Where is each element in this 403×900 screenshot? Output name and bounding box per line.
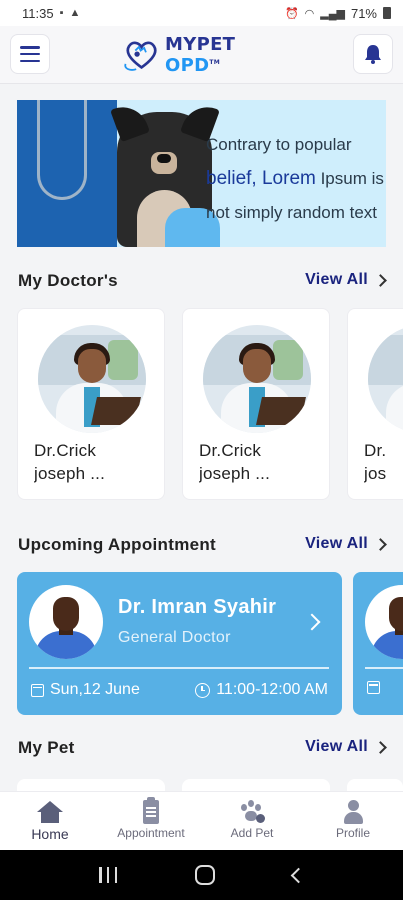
menu-button[interactable] [10, 34, 50, 74]
nav-home[interactable]: Home [5, 798, 95, 842]
chevron-right-icon [374, 740, 387, 754]
home-button-icon[interactable] [195, 865, 215, 885]
notifications-button[interactable] [353, 34, 393, 74]
wifi-icon: ◠ [304, 7, 315, 20]
pet-card[interactable] [17, 779, 165, 791]
appointment-time: 11:00-12:00 AM [195, 681, 328, 699]
nav-appointment[interactable]: Appointment [106, 797, 196, 840]
pet-card[interactable] [182, 779, 330, 791]
doctor-avatar [38, 325, 146, 433]
hamburger-icon [20, 46, 40, 62]
doctor-card[interactable]: Dr. jos [347, 308, 403, 500]
battery-percent: 71% [350, 5, 377, 21]
doctor-card[interactable]: Dr.Crick joseph ... [182, 308, 330, 500]
appointments-section-title: Upcoming Appointment [18, 535, 217, 554]
chevron-right-icon [374, 537, 387, 551]
doctor-avatar [365, 585, 403, 659]
appointments-view-all-link[interactable]: View All [305, 535, 387, 553]
pets-view-all-link[interactable]: View All [305, 738, 387, 756]
appointment-doctor-name: Dr. Imran Syahir [118, 596, 277, 618]
alarm-icon: ⏰ [284, 7, 299, 20]
calendar-icon [367, 681, 380, 694]
doctor-name: Dr.Crick joseph ... [199, 441, 270, 483]
doctor-name: Dr. jos [364, 441, 387, 483]
bottom-navigation: Home Appointment Add Pet Profile [0, 791, 403, 850]
banner-text: Contrary to popular belief, Lorem Ipsum … [206, 135, 384, 222]
divider [29, 667, 329, 669]
back-icon[interactable] [290, 867, 307, 883]
app-logo: MYPET OPDTM [122, 34, 282, 76]
app-header: MYPET OPDTM [0, 26, 403, 84]
pet-heart-logo-icon [124, 41, 157, 71]
appointment-card[interactable] [353, 572, 403, 715]
nav-profile[interactable]: Profile [308, 798, 398, 840]
battery-icon [383, 7, 391, 19]
doctors-view-all-link[interactable]: View All [305, 271, 387, 289]
chevron-right-icon[interactable] [303, 613, 321, 631]
recent-apps-icon[interactable] [99, 867, 117, 883]
chevron-right-icon [374, 273, 387, 287]
pet-card[interactable] [347, 779, 403, 791]
pets-section-title: My Pet [18, 738, 75, 757]
paw-icon [239, 800, 265, 824]
clock-icon [195, 682, 211, 698]
home-icon [37, 801, 63, 823]
calendar-icon [31, 683, 44, 697]
doctor-avatar [368, 325, 403, 433]
status-bar: 11:35 ▪ ▲ ⏰ ◠ ▂▄▆ 71% [0, 0, 403, 26]
pet-list [17, 779, 403, 791]
promo-banner[interactable]: Contrary to popular belief, Lorem Ipsum … [17, 100, 386, 247]
appointment-card[interactable]: Dr. Imran Syahir General Doctor Sun,12 J… [17, 572, 342, 715]
warning-icon: ▲ [69, 7, 81, 19]
system-navigation-bar [0, 850, 403, 900]
doctor-avatar [203, 325, 311, 433]
logo-text: MYPET OPDTM [165, 34, 236, 76]
clipboard-icon [143, 797, 159, 824]
nav-add-pet[interactable]: Add Pet [207, 798, 297, 840]
doctors-section-title: My Doctor's [18, 271, 118, 290]
doctor-avatar [29, 585, 103, 659]
appointment-date: Sun,12 June [31, 681, 140, 699]
bell-icon [365, 45, 381, 64]
doctor-card[interactable]: Dr.Crick joseph ... [17, 308, 165, 500]
appointment-specialty: General Doctor [118, 629, 231, 646]
sim-icon: ▪ [59, 7, 64, 19]
status-time: 11:35 [22, 5, 54, 21]
signal-icon: ▂▄▆ [320, 7, 345, 20]
doctor-name: Dr.Crick joseph ... [34, 441, 105, 483]
profile-icon [343, 800, 363, 824]
